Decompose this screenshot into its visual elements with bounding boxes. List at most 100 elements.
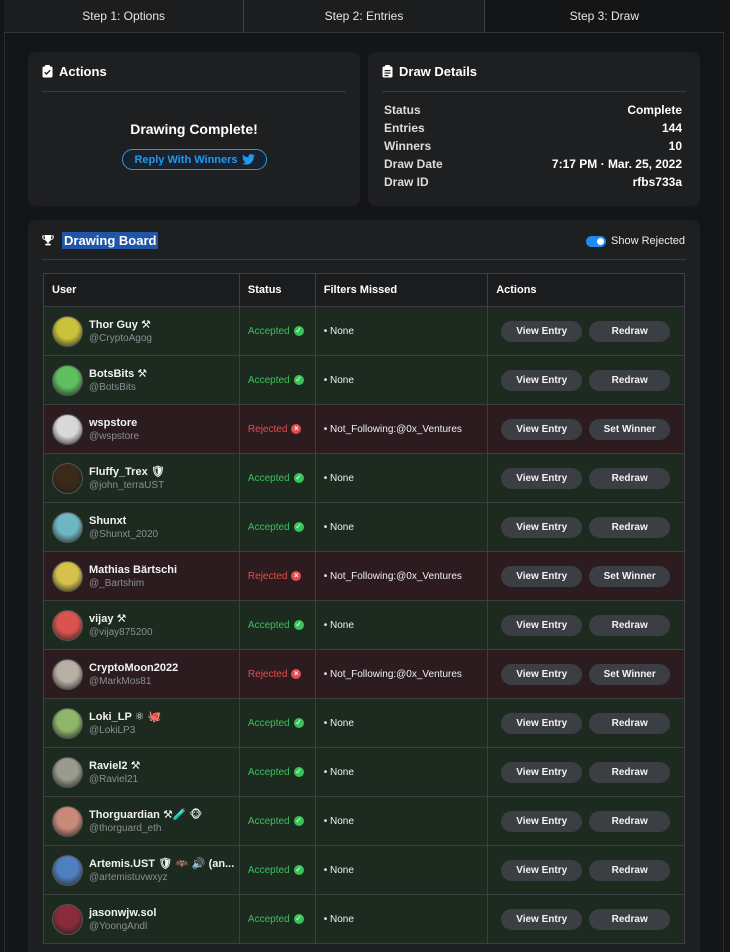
status-text: Rejected bbox=[247, 423, 288, 435]
view-entry-button[interactable]: View Entry bbox=[501, 614, 583, 636]
view-entry-button[interactable]: View Entry bbox=[501, 516, 583, 538]
draw-details-card: Draw Details Status Complete Entries 144… bbox=[368, 52, 700, 206]
status-cell: Rejected × bbox=[238, 404, 316, 454]
check-circle-icon: ✓ bbox=[293, 816, 304, 826]
redraw-button[interactable]: Redraw bbox=[589, 467, 671, 489]
detail-row-status: Status Complete bbox=[384, 103, 682, 121]
status-cell: Accepted ✓ bbox=[238, 796, 316, 846]
status-text: Accepted bbox=[247, 619, 290, 631]
status-cell: Rejected × bbox=[238, 649, 316, 699]
drawing-board-title: Drawing Board bbox=[42, 232, 159, 249]
detail-label: Status bbox=[384, 103, 421, 117]
user-name: BotsBits ⚒ bbox=[89, 368, 148, 380]
draw-details-title: Draw Details bbox=[382, 64, 477, 79]
user-cell: CryptoMoon2022 @MarkMos81 bbox=[43, 649, 240, 699]
check-circle-icon: ✓ bbox=[293, 620, 304, 630]
show-rejected-label: Show Rejected bbox=[611, 235, 685, 247]
redraw-button[interactable]: Redraw bbox=[589, 810, 671, 832]
filter-missed: • None bbox=[323, 815, 354, 827]
column-header-status: Status bbox=[238, 273, 316, 307]
redraw-button[interactable]: Redraw bbox=[589, 712, 671, 734]
column-header-user: User bbox=[43, 273, 240, 307]
status-cell: Accepted ✓ bbox=[238, 747, 316, 797]
view-entry-button[interactable]: View Entry bbox=[501, 565, 583, 587]
status-cell: Accepted ✓ bbox=[238, 600, 316, 650]
filters-cell: • None bbox=[314, 600, 489, 650]
status-cell: Accepted ✓ bbox=[238, 845, 316, 895]
view-entry-button[interactable]: View Entry bbox=[501, 663, 583, 685]
view-entry-button[interactable]: View Entry bbox=[501, 320, 583, 342]
table-row: wspstore @wspstore Rejected × • Not_Foll… bbox=[43, 404, 685, 454]
status-text: Accepted bbox=[247, 766, 290, 778]
tab-step-2[interactable]: Step 2: Entries bbox=[244, 0, 485, 32]
redraw-button[interactable]: Redraw bbox=[589, 859, 671, 881]
user-handle: @wspstore bbox=[89, 430, 140, 442]
user-cell: Thorguardian ⚒🧪 🐵 @thorguard_eth bbox=[43, 796, 240, 846]
filters-cell: • None bbox=[314, 698, 489, 748]
drawing-complete-heading: Drawing Complete! bbox=[130, 121, 258, 137]
view-entry-button[interactable]: View Entry bbox=[501, 810, 583, 832]
actions-card: Actions Drawing Complete! Reply With Win… bbox=[28, 52, 360, 206]
filters-cell: • None bbox=[314, 796, 489, 846]
user-name: jasonwjw.sol bbox=[89, 906, 157, 919]
set-winner-button[interactable]: Set Winner bbox=[589, 565, 671, 587]
view-entry-button[interactable]: View Entry bbox=[501, 369, 583, 391]
user-handle: @MarkMos81 bbox=[89, 675, 152, 687]
view-entry-button[interactable]: View Entry bbox=[501, 859, 583, 881]
user-cell: jasonwjw.sol @YoongAndl bbox=[43, 894, 240, 944]
detail-value: 7:17 PM · Mar. 25, 2022 bbox=[551, 157, 682, 171]
filter-missed: • None bbox=[323, 472, 354, 484]
redraw-button[interactable]: Redraw bbox=[589, 369, 671, 391]
actions-cell: View Entry Redraw bbox=[487, 747, 685, 797]
redraw-button[interactable]: Redraw bbox=[589, 516, 671, 538]
show-rejected-toggle[interactable] bbox=[586, 235, 606, 247]
detail-label: Draw ID bbox=[384, 175, 429, 189]
filters-cell: • None bbox=[314, 355, 489, 405]
redraw-button[interactable]: Redraw bbox=[589, 761, 671, 783]
divider bbox=[42, 259, 686, 260]
view-entry-button[interactable]: View Entry bbox=[501, 761, 583, 783]
status-text: Accepted bbox=[247, 325, 290, 337]
user-handle: @LokiLP3 bbox=[89, 725, 136, 736]
detail-label: Entries bbox=[384, 121, 425, 135]
step-tabs: Step 1: Options Step 2: Entries Step 3: … bbox=[4, 0, 724, 33]
user-cell: Mathias Bärtschi @_Bartshim bbox=[43, 551, 240, 601]
reply-with-winners-button[interactable]: Reply With Winners bbox=[122, 149, 267, 170]
table-row: Loki_LP ⚛ 🐙 @LokiLP3 Accepted ✓ • None V… bbox=[43, 698, 685, 748]
status-text: Rejected bbox=[247, 668, 288, 680]
set-winner-button[interactable]: Set Winner bbox=[589, 663, 671, 685]
view-entry-button[interactable]: View Entry bbox=[501, 467, 583, 489]
divider bbox=[42, 91, 346, 92]
avatar bbox=[52, 658, 83, 690]
filter-missed: • None bbox=[323, 521, 354, 533]
user-name: Thor Guy ⚒ bbox=[89, 319, 151, 331]
actions-cell: View Entry Redraw bbox=[487, 845, 685, 895]
view-entry-button[interactable]: View Entry bbox=[501, 908, 583, 930]
status-text: Accepted bbox=[247, 913, 290, 925]
drawing-board-title-text: Drawing Board bbox=[62, 232, 159, 249]
tab-step-3[interactable]: Step 3: Draw bbox=[484, 0, 724, 32]
status-cell: Accepted ✓ bbox=[238, 453, 316, 503]
actions-title-text: Actions bbox=[59, 64, 107, 79]
redraw-button[interactable]: Redraw bbox=[589, 320, 671, 342]
filter-missed: • Not_Following:@0x_Ventures bbox=[323, 668, 462, 680]
status-cell: Accepted ✓ bbox=[238, 306, 316, 356]
avatar bbox=[52, 511, 83, 543]
user-cell: vijay ⚒ @vijay875200 bbox=[43, 600, 240, 650]
redraw-button[interactable]: Redraw bbox=[589, 908, 671, 930]
user-name: Fluffy_Trex 🛡 bbox=[89, 466, 165, 478]
tab-step-1[interactable]: Step 1: Options bbox=[4, 0, 245, 32]
set-winner-button[interactable]: Set Winner bbox=[589, 418, 671, 440]
view-entry-button[interactable]: View Entry bbox=[501, 418, 583, 440]
detail-row-winners: Winners 10 bbox=[384, 139, 682, 157]
show-rejected-toggle-group: Show Rejected bbox=[586, 235, 685, 247]
status-text: Rejected bbox=[247, 570, 288, 582]
view-entry-button[interactable]: View Entry bbox=[501, 712, 583, 734]
user-name: Shunxt bbox=[89, 514, 127, 527]
detail-label: Winners bbox=[384, 139, 432, 153]
drawing-board-card: Drawing Board Show Rejected User Status … bbox=[28, 220, 700, 952]
redraw-button[interactable]: Redraw bbox=[589, 614, 671, 636]
filter-missed: • Not_Following:@0x_Ventures bbox=[323, 570, 462, 582]
check-circle-icon: ✓ bbox=[293, 522, 304, 532]
user-handle: @artemistuvwxyz bbox=[89, 872, 168, 883]
